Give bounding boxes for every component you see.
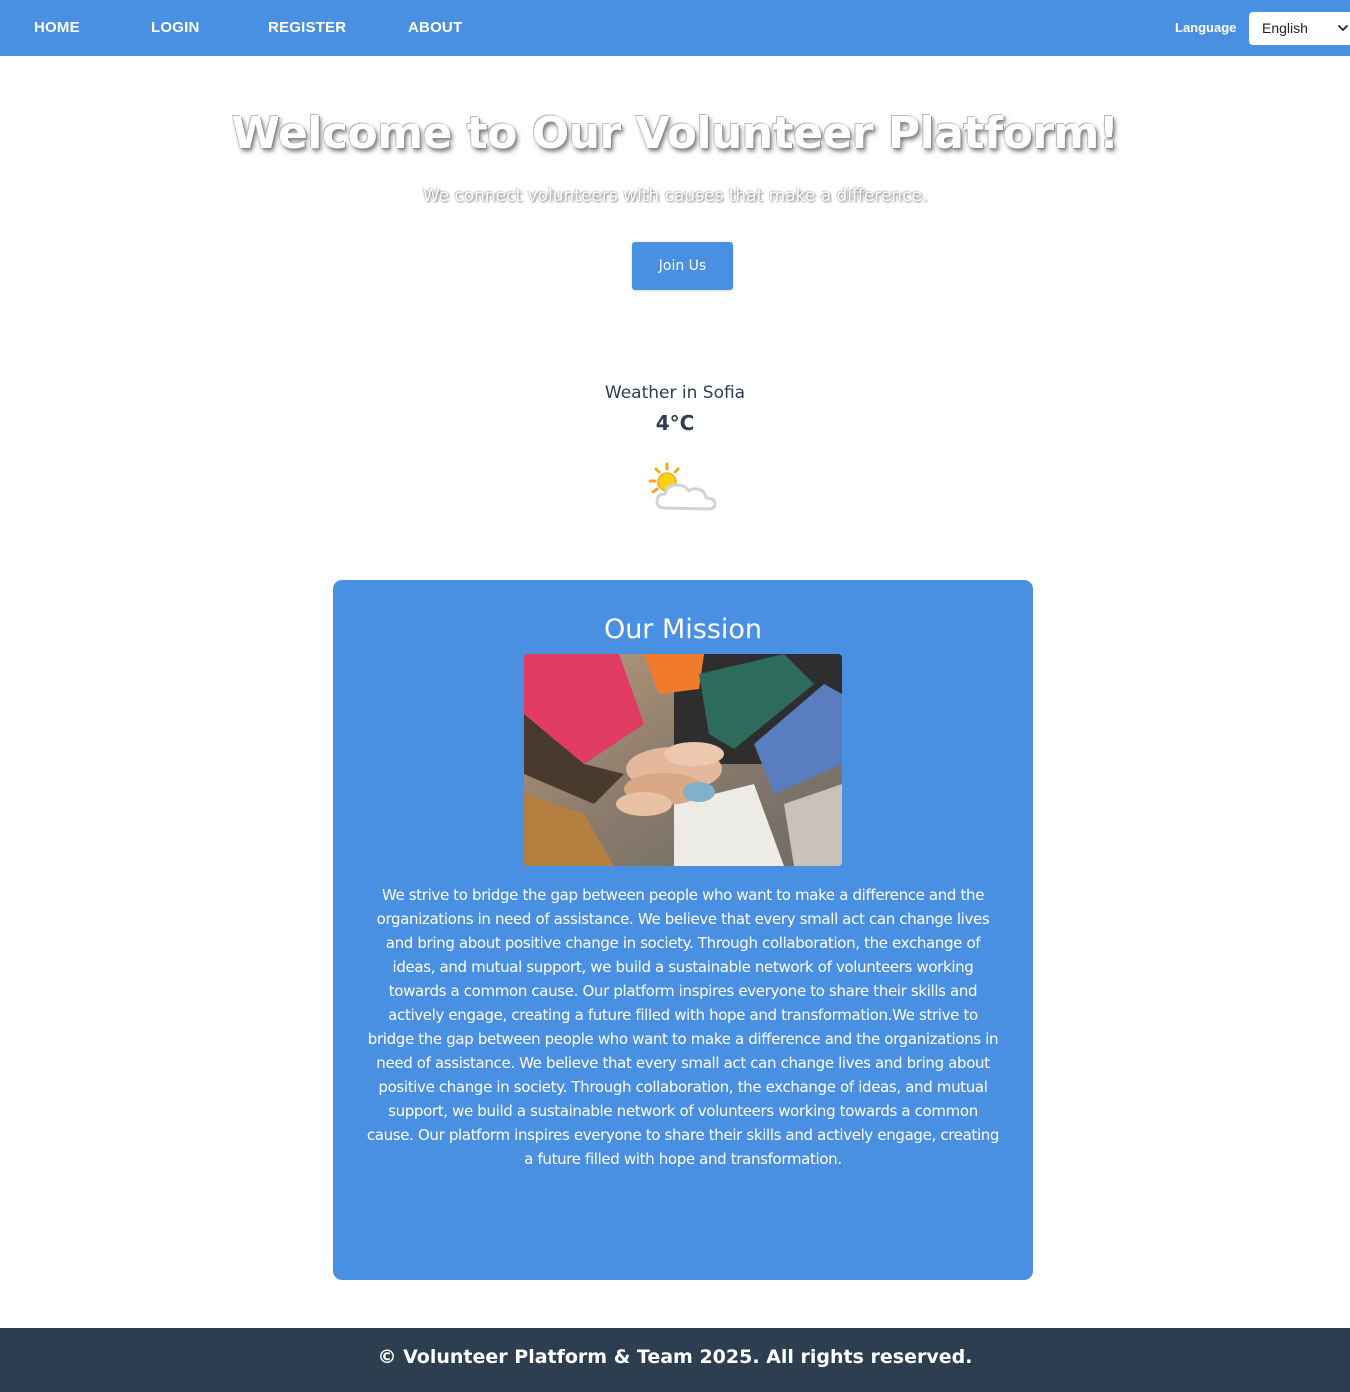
mission-card: Our Mission We strive to bridge the gap …	[333, 580, 1033, 1280]
join-us-button[interactable]: Join Us	[632, 242, 733, 290]
footer: © Volunteer Platform & Team 2025. All ri…	[0, 1328, 1350, 1392]
nav-home-link[interactable]: HOME	[34, 0, 80, 56]
weather-temperature: 4°C	[655, 411, 695, 435]
chevron-down-icon	[1338, 25, 1348, 31]
language-selected-value: English	[1262, 20, 1308, 36]
partly-cloudy-icon	[648, 462, 717, 511]
mission-title: Our Mission	[603, 614, 763, 645]
top-navbar: HOME LOGIN REGISTER ABOUT Language Engli…	[0, 0, 1350, 56]
language-select[interactable]: English	[1249, 12, 1350, 45]
mission-text: We strive to bridge the gap between peop…	[366, 886, 1000, 1168]
nav-login-link[interactable]: LOGIN	[151, 0, 200, 56]
hands-together-image	[524, 654, 842, 866]
weather-title: Weather in Sofia	[604, 383, 746, 403]
hero-subtitle: We connect volunteers with causes that m…	[422, 186, 928, 206]
footer-copyright: © Volunteer Platform & Team 2025. All ri…	[377, 1346, 973, 1368]
language-label: Language	[1175, 20, 1237, 35]
nav-about-link[interactable]: ABOUT	[408, 0, 462, 56]
nav-register-link[interactable]: REGISTER	[268, 0, 346, 56]
hero-title: Welcome to Our Volunteer Platform!	[231, 108, 1119, 159]
